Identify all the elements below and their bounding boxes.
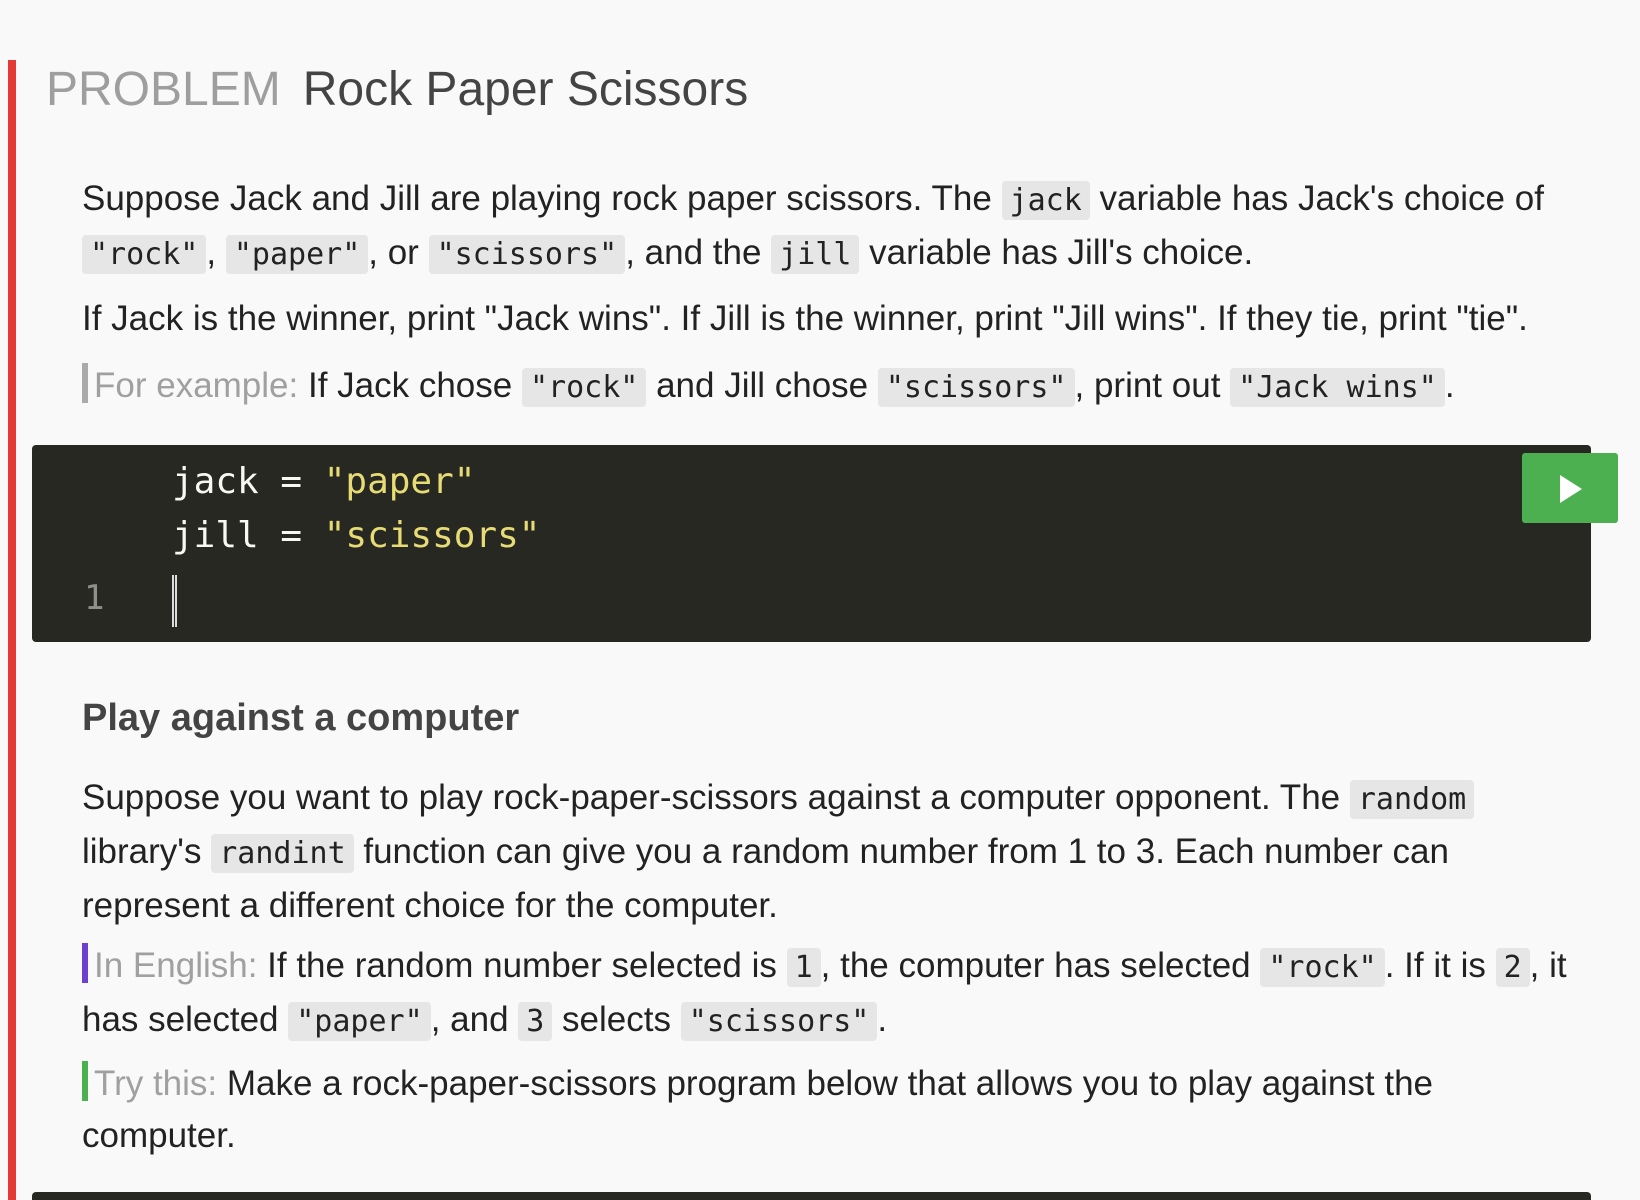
second-code-editor[interactable] [32, 1192, 1591, 1200]
inline-code: "rock" [521, 368, 647, 407]
inline-code: jill [771, 235, 860, 274]
text: , the computer has selected [820, 946, 1261, 985]
inline-code: jack [1001, 181, 1090, 220]
text: If the random number selected is [257, 946, 787, 985]
string-token: "paper" [323, 461, 476, 502]
code-editor[interactable]: jack = "paper" jill = "scissors" 1 [32, 445, 1618, 642]
code-line[interactable]: jack = "paper" [172, 457, 475, 507]
inline-code: random [1349, 780, 1475, 819]
code-token: jill = [172, 515, 324, 556]
text: If Jack chose [298, 366, 522, 405]
note-label: Try this: [94, 1064, 218, 1103]
intro-paragraph: Suppose Jack and Jill are playing rock p… [82, 173, 1582, 281]
try-this-note: Try this: Make a rock-paper-scissors pro… [82, 1058, 1582, 1162]
text: . [1444, 366, 1455, 405]
computer-paragraph: Suppose you want to play rock-paper-scis… [82, 772, 1582, 932]
text-cursor [172, 575, 177, 627]
note-label: For example: [94, 366, 299, 405]
inline-code: "scissors" [680, 1002, 878, 1041]
problem-title: Rock Paper Scissors [302, 63, 749, 116]
text: library's [82, 832, 212, 871]
inline-code: "Jack wins" [1230, 368, 1445, 407]
line-number: 1 [84, 578, 105, 618]
inline-code: "scissors" [428, 235, 626, 274]
inline-code: "scissors" [877, 368, 1075, 407]
inline-code: randint [211, 834, 354, 873]
inline-code: "paper" [225, 235, 369, 274]
inline-code: "paper" [288, 1002, 431, 1041]
problem-accent-bar [8, 60, 16, 1200]
code-token: jack = [172, 461, 324, 502]
problem-kicker: PROBLEM [46, 63, 281, 116]
play-icon [1560, 475, 1582, 503]
text: Make a rock-paper-scissors program below… [82, 1064, 1433, 1155]
problem-title-row: PROBLEM Rock Paper Scissors [46, 60, 748, 120]
example-note: For example: If Jack chose "rock" and Ji… [82, 360, 1582, 414]
text: . If it is [1384, 946, 1496, 985]
code-line[interactable]: jill = "scissors" [172, 511, 540, 561]
string-token: "scissors" [323, 515, 541, 556]
note-bar [82, 1061, 88, 1101]
text: , and [430, 1000, 519, 1039]
note-label: In English: [94, 946, 258, 985]
run-button[interactable] [1522, 453, 1618, 523]
text: and Jill chose [646, 366, 878, 405]
english-note: In English: If the random number selecte… [82, 940, 1582, 1048]
text: variable has Jill's choice. [859, 233, 1254, 272]
note-bar [82, 943, 88, 983]
inline-code: 3 [518, 1002, 553, 1041]
inline-code: "rock" [82, 235, 207, 274]
inline-code: 1 [786, 948, 821, 987]
rules-paragraph: If Jack is the winner, print "Jack wins"… [82, 299, 1528, 338]
text: , [206, 233, 226, 272]
text: , and the [625, 233, 772, 272]
text: . [877, 1000, 888, 1039]
text: , or [368, 233, 429, 272]
note-bar [82, 363, 88, 403]
section-heading: Play against a computer [82, 697, 520, 739]
problem-card: PROBLEM Rock Paper Scissors Suppose Jack… [0, 0, 1640, 1200]
text: Suppose Jack and Jill are playing rock p… [82, 179, 1002, 218]
inline-code: "rock" [1260, 948, 1385, 987]
inline-code: 2 [1495, 948, 1530, 987]
text: , print out [1074, 366, 1231, 405]
text: variable has Jack's choice of [1089, 179, 1544, 218]
text: Suppose you want to play rock-paper-scis… [82, 778, 1350, 817]
text: selects [552, 1000, 681, 1039]
